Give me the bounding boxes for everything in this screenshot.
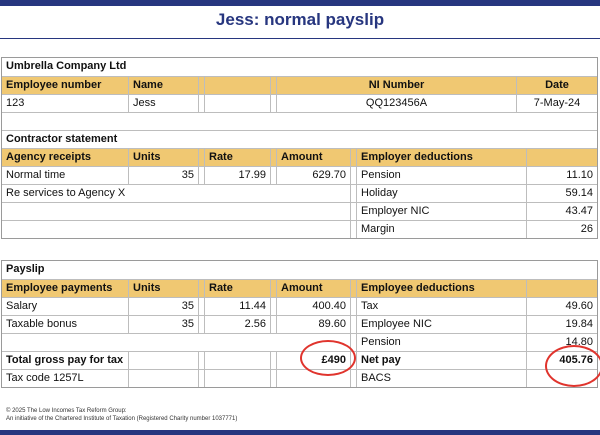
company-value-row: 123 Jess QQ123456A 7-May-24	[2, 94, 597, 112]
deduction-label: Employer NIC	[356, 203, 526, 220]
footer-copyright: © 2025 The Low Incomes Tax Reform Group:	[6, 408, 127, 414]
name-value: Jess	[128, 95, 198, 112]
employee-payments-header: Employee payments	[6, 282, 113, 294]
company-table: Umbrella Company Ltd Employee number Nam…	[1, 57, 598, 239]
blank-col	[526, 280, 597, 297]
payment-method: BACS	[356, 370, 526, 387]
ni-number-value: QQ123456A	[276, 95, 516, 112]
payment-row: Taxable bonus 35 2.56 89.60 Employee NIC…	[2, 315, 597, 333]
deduction-label: Holiday	[356, 185, 526, 202]
deduction-label: Pension	[356, 334, 526, 351]
rate-value: 2.56	[204, 316, 270, 333]
blank-cell	[204, 352, 270, 369]
deduction-value: 11.10	[526, 167, 597, 184]
payslip-section-title: Payslip	[6, 263, 45, 275]
ni-number-header: NI Number	[276, 77, 516, 94]
receipt-description: Re services to Agency X	[6, 187, 126, 199]
employee-number-header: Employee number	[6, 79, 102, 91]
date-value: 7-May-24	[516, 95, 597, 112]
tax-code: Tax code 1257L	[6, 372, 84, 384]
blank-cell	[204, 370, 270, 387]
contractor-row: Normal time 35 17.99 629.70 Pension 11.1…	[2, 166, 597, 184]
total-gross-label: Total gross pay for tax	[6, 354, 124, 366]
deduction-label: Employee NIC	[356, 316, 526, 333]
receipt-label: Normal time	[6, 169, 66, 181]
amount-value: 629.70	[276, 167, 350, 184]
rate-value: 11.44	[204, 298, 270, 315]
units-value: 35	[128, 316, 198, 333]
gross-pay-highlight-circle	[300, 340, 356, 376]
deduction-label: Tax	[356, 298, 526, 315]
deduction-label: Margin	[356, 221, 526, 238]
blank-cell	[2, 334, 350, 351]
employer-deductions-header: Employer deductions	[356, 149, 526, 166]
blank-cell	[128, 370, 198, 387]
company-name-row: Umbrella Company Ltd	[2, 58, 597, 76]
contractor-header-row: Agency receipts Units Rate Amount Employ…	[2, 148, 597, 166]
title-divider	[0, 38, 600, 39]
rate-header: Rate	[204, 280, 270, 297]
blank-cell	[128, 352, 198, 369]
contractor-row: Re services to Agency X Holiday 59.14	[2, 184, 597, 202]
payslip-header-row: Employee payments Units Rate Amount Empl…	[2, 279, 597, 297]
payment-label: Taxable bonus	[6, 318, 77, 330]
payslip-table: Payslip Employee payments Units Rate Amo…	[1, 260, 598, 388]
company-name: Umbrella Company Ltd	[6, 60, 127, 72]
blank-cell	[2, 203, 350, 220]
amount-header: Amount	[276, 280, 350, 297]
name-header: Name	[128, 77, 198, 94]
net-pay-label: Net pay	[356, 352, 526, 369]
payslip-title-row: Payslip	[2, 261, 597, 279]
spacer-row	[2, 112, 597, 130]
net-pay-highlight-circle	[545, 345, 600, 387]
amount-value: 89.60	[276, 316, 350, 333]
payment-label: Salary	[6, 300, 38, 312]
date-header: Date	[516, 77, 597, 94]
deduction-value: 59.14	[526, 185, 597, 202]
footer-charity-note: An initiative of the Chartered Institute…	[6, 416, 238, 422]
blank-col	[204, 77, 270, 94]
deduction-value: 26	[526, 221, 597, 238]
blank-col	[526, 149, 597, 166]
tax-code-row: Tax code 1257L BACS	[2, 369, 597, 387]
page-title: Jess: normal payslip	[215, 10, 385, 29]
units-header: Units	[128, 149, 198, 166]
units-value: 35	[128, 298, 198, 315]
bottom-bar	[0, 430, 600, 435]
blank-cell	[2, 221, 350, 238]
top-bar	[0, 0, 600, 6]
payment-row: Pension 14.80	[2, 333, 597, 351]
footer: © 2025 The Low Incomes Tax Reform Group:…	[6, 407, 237, 423]
blank-col	[204, 95, 270, 112]
contractor-row: Margin 26	[2, 220, 597, 238]
contractor-row: Employer NIC 43.47	[2, 202, 597, 220]
rate-header: Rate	[204, 149, 270, 166]
rate-value: 17.99	[204, 167, 270, 184]
amount-value: 400.40	[276, 298, 350, 315]
employee-number-value: 123	[6, 97, 25, 109]
company-header-row: Employee number Name NI Number Date	[2, 76, 597, 94]
employee-deductions-header: Employee deductions	[356, 280, 526, 297]
contractor-title-row: Contractor statement	[2, 130, 597, 148]
units-value: 35	[128, 167, 198, 184]
agency-receipts-header: Agency receipts	[6, 151, 91, 163]
amount-header: Amount	[276, 149, 350, 166]
deduction-value: 49.60	[526, 298, 597, 315]
deduction-value: 19.84	[526, 316, 597, 333]
deduction-value: 43.47	[526, 203, 597, 220]
deduction-label: Pension	[356, 167, 526, 184]
contractor-section-title: Contractor statement	[6, 133, 118, 145]
payment-row: Salary 35 11.44 400.40 Tax 49.60	[2, 297, 597, 315]
units-header: Units	[128, 280, 198, 297]
